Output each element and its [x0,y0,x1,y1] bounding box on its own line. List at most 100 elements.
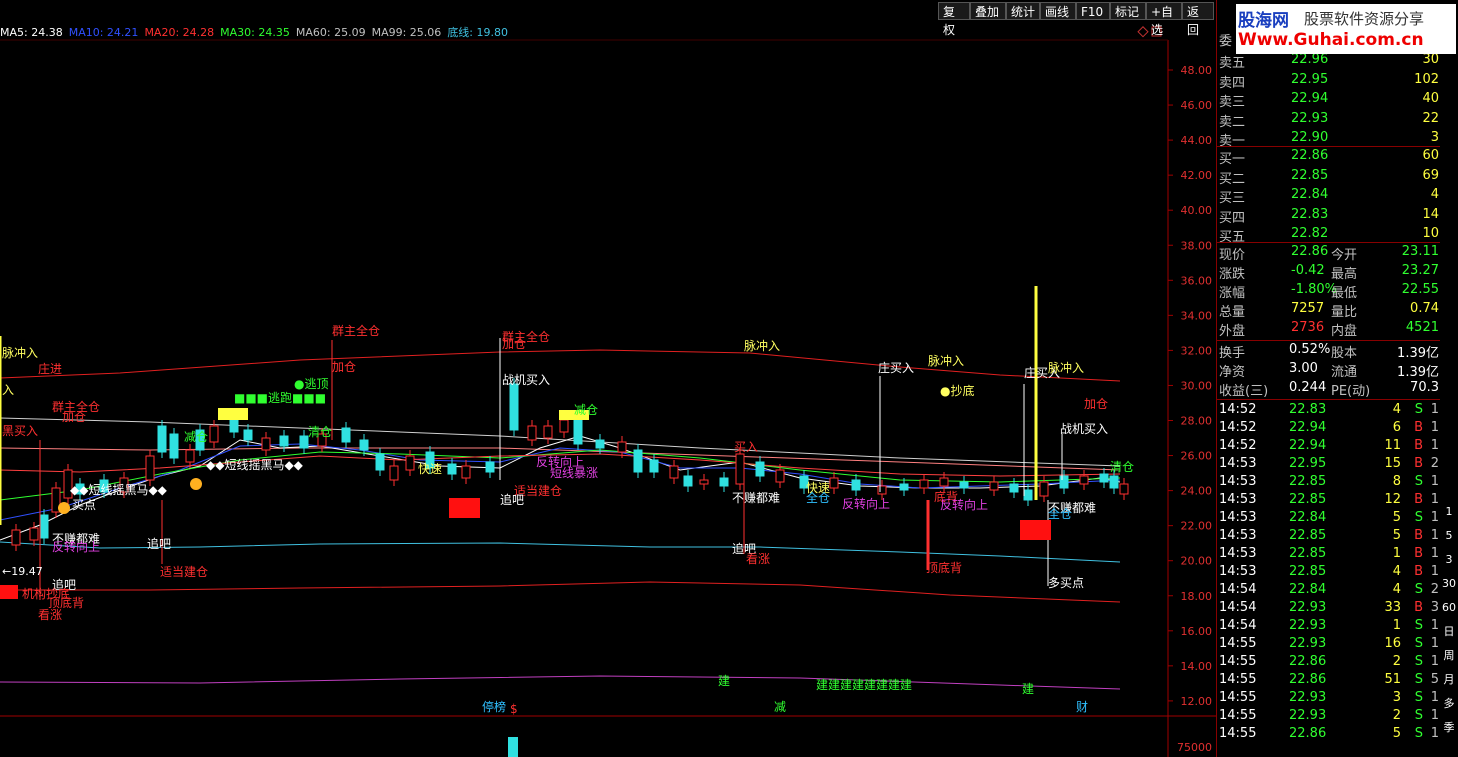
period-button[interactable]: 多 [1440,696,1458,712]
candle-body [829,477,839,489]
sell-price: 22.96 [1291,52,1329,67]
sell-volume: 3 [1430,130,1439,145]
tick-time: 14:53 [1219,492,1257,507]
annotation-label: 买入 [734,440,758,454]
toolbar-button-0[interactable]: 复权 [938,2,970,37]
stat-label: 涨幅 [1219,286,1246,301]
candle-body [851,479,861,491]
sell-label: 卖四 [1219,75,1246,91]
brand-logo: 股海网 股票软件资源分享 Www.Guhai.com.cn [1236,4,1456,54]
stat-label: 今开 [1331,248,1358,263]
period-button[interactable]: 日 [1440,624,1458,640]
period-strip: 1 5 3 30 60 日周月多季 [1440,56,1458,757]
buy-volume: 14 [1422,206,1439,222]
buy-row: 买一 22.86 60 [1217,148,1441,167]
tick-count: 3 [1430,600,1439,615]
annotation-label: 脉冲入 [928,353,964,368]
period-button[interactable]: 30 [1440,576,1458,592]
tick-side: B [1414,420,1423,435]
tick-row: 14:53 22.85 4 B 1 [1217,564,1441,582]
candle-body [299,435,309,449]
tick-side: S [1414,726,1423,741]
tick-volume: 2 [1392,708,1401,723]
period-button[interactable]: 5 [1440,528,1458,544]
toolbar-button-6[interactable]: +自选 [1146,2,1182,37]
tick-row: 14:52 22.83 4 S 1 [1217,402,1441,420]
toolbar-button-1[interactable]: 叠加 [970,2,1006,20]
annotation-label: 入 [2,383,14,397]
candle-body [29,527,39,541]
sell-label: 卖三 [1219,95,1246,110]
annotation-label: 追吧 [500,492,524,507]
tick-side: B [1414,600,1423,615]
candle-body [375,453,385,471]
candle-body [209,425,219,443]
brand-name: 股海网 [1238,11,1289,31]
buy-price: 22.83 [1291,206,1329,222]
tick-row: 14:55 22.93 16 S 1 [1217,636,1441,654]
period-button[interactable]: 1 [1440,504,1458,520]
chart-canvas[interactable]: 48.00 46.00 44.00 42.00 40.00 38.00 36.00 34.00… [0,0,1216,757]
buy-row: 买三 22.84 4 [1217,187,1441,206]
period-button[interactable]: 季 [1440,720,1458,736]
period-button[interactable]: 60 [1440,600,1458,616]
tick-price: 22.85 [1289,492,1327,507]
tick-price: 22.93 [1289,708,1327,723]
candle-body [1079,475,1089,485]
info-row: 换手 0.52% 股本 1.39亿 [1217,342,1441,361]
annotation-label: 多买点 [1048,576,1084,590]
toolbar-button-5[interactable]: 标记 [1110,2,1146,20]
tick-count: 1 [1430,546,1439,561]
tick-side: B [1414,528,1423,543]
toolbar-button-2[interactable]: 统计 [1006,2,1040,20]
brand-url: Www.Guhai.com.cn [1238,30,1424,50]
annotation-label: 短线暴涨 [550,465,598,480]
buy-volume: 60 [1422,148,1439,163]
buy-label: 买三 [1219,191,1246,206]
price-tick-label: 14.00 [1181,660,1213,673]
volume-tick-label: 75000 [1177,741,1212,754]
toolbar-button-7[interactable]: 返回 [1182,2,1214,37]
stat-value: 22.86 [1291,244,1329,259]
tick-count: 5 [1430,672,1439,687]
tick-volume: 4 [1392,402,1401,417]
tick-price: 22.95 [1289,456,1327,471]
ma-legend: MA5: 24.38 MA10: 24.21 MA20: 24.28 MA30: 24… [0,24,514,40]
tick-row: 14:53 22.85 12 B 1 [1217,492,1441,510]
tick-volume: 3 [1392,690,1401,705]
tick-side: S [1414,636,1423,651]
annotation-label: 不赚都难 [732,490,780,505]
kline-chart[interactable]: 48.00 46.00 44.00 42.00 40.00 38.00 36.00 34.00… [0,0,1216,757]
toolbar-button-4[interactable]: F10 [1076,2,1110,20]
candle-body [261,437,271,451]
period-button[interactable]: 3 [1440,552,1458,568]
annotation-label: 减仓 [574,403,598,417]
sell-volume: 30 [1422,52,1439,67]
tick-count: 1 [1430,528,1439,543]
stat-label: 最低 [1331,286,1358,301]
tick-volume: 33 [1384,600,1401,615]
annotation-label: 庄买入 [878,360,914,375]
price-tick-label: 40.00 [1181,204,1213,217]
annotation-label: 战机买入 [502,373,550,387]
candle-body [1009,483,1019,493]
info-value: 70.3 [1410,380,1439,395]
buy-price: 22.86 [1291,148,1329,163]
candle-body [735,453,745,485]
tick-side: B [1414,492,1423,507]
info-label: 净资 [1219,365,1246,380]
buy-label: 买一 [1219,152,1246,167]
stat-label: 涨跌 [1219,267,1246,282]
annotation-label: 反转向上 [842,496,890,511]
toolbar-button-3[interactable]: 画线 [1040,2,1076,20]
period-button[interactable]: 周 [1440,648,1458,664]
annotation-label: ●抄底 [940,383,974,398]
tick-time: 14:52 [1219,438,1257,453]
tick-time: 14:55 [1219,654,1257,669]
candle-body [775,469,785,483]
period-button[interactable]: 月 [1440,672,1458,688]
signal-box [1020,520,1051,540]
info-label: PE(动) [1331,384,1371,399]
tick-time: 14:52 [1219,420,1257,435]
candle-body [877,485,887,495]
